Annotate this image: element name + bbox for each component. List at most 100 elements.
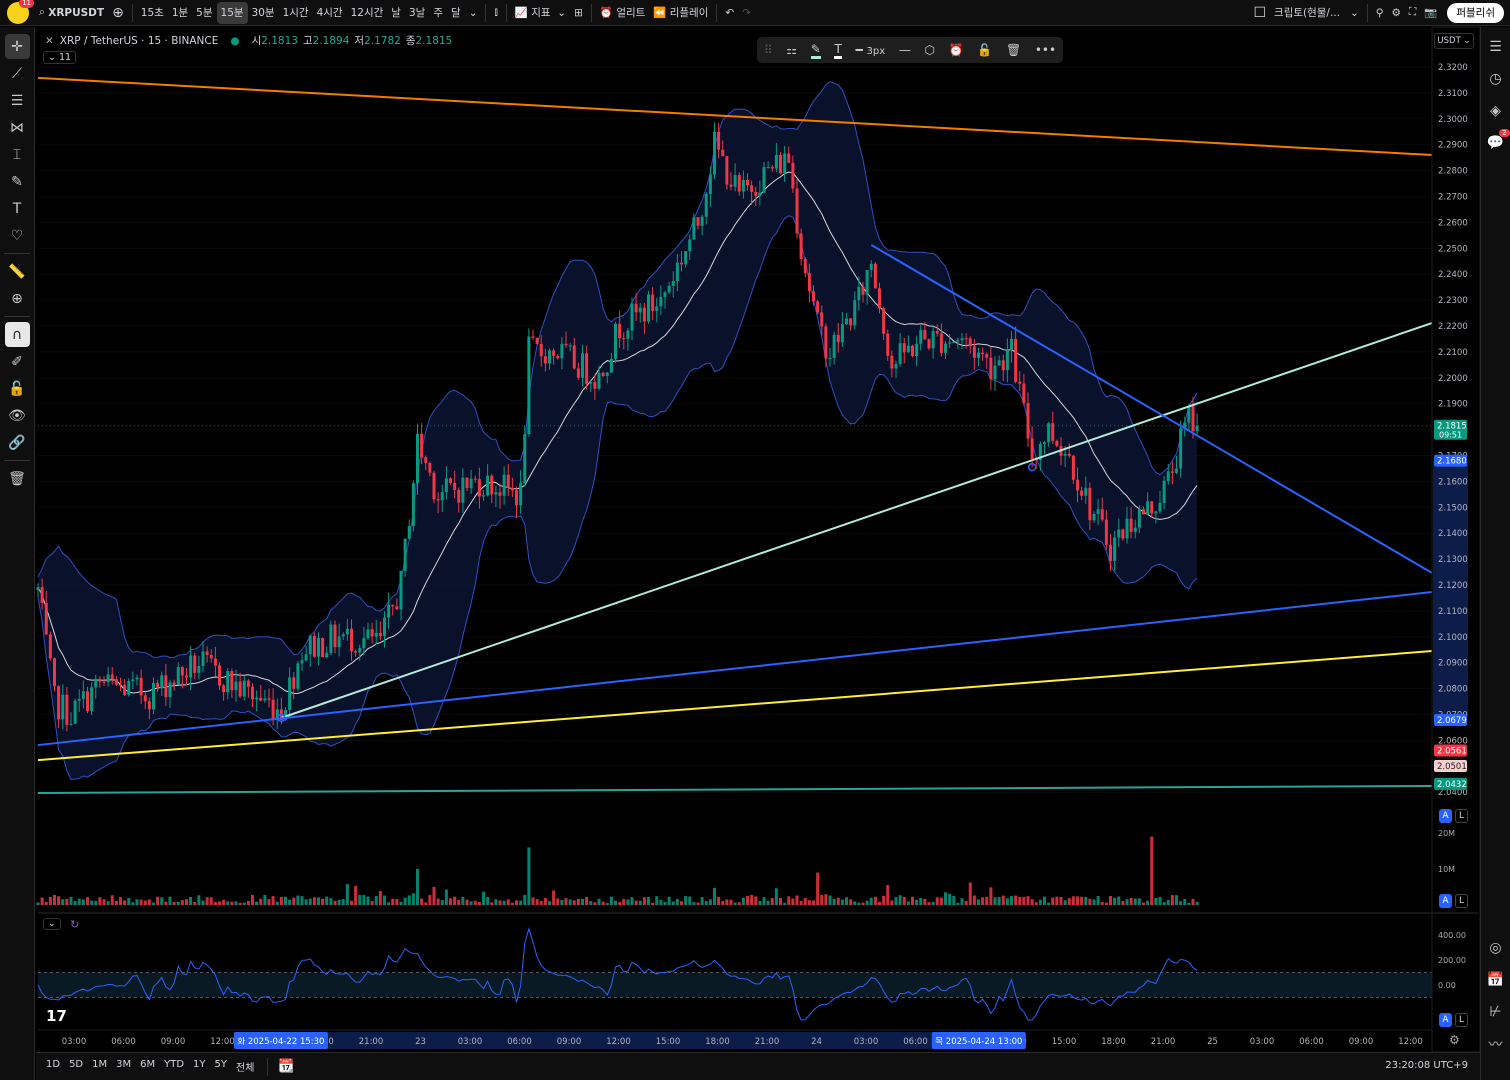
indicator-auto-scale-button[interactable]: A (1439, 1013, 1452, 1027)
redo-button[interactable]: ↷ (738, 2, 755, 24)
time-axis-label: 03:00 (62, 1037, 87, 1047)
watchlist-icon[interactable]: ☰ (1484, 35, 1508, 59)
layout-checkbox[interactable]: ☐ (1249, 2, 1270, 24)
volume-log-scale-button[interactable]: L (1455, 894, 1468, 908)
add-alert-icon[interactable]: ⏰ (949, 43, 964, 57)
symbol-search[interactable]: ⌕ XRPUSDT (35, 2, 108, 24)
interval-0[interactable]: 15초 (137, 2, 168, 24)
crosshair-tool[interactable]: ✛ (4, 34, 30, 59)
log-scale-button[interactable]: L (1455, 809, 1468, 823)
candle (193, 655, 197, 673)
chart-type-button[interactable]: ⫾ (490, 2, 501, 24)
layout-name-dropdown[interactable]: 크립토(현물/... ⌄ (1270, 2, 1363, 24)
clock-alerts-icon[interactable]: ◷ (1484, 67, 1508, 91)
lock-drawings[interactable]: 🔓 (5, 376, 30, 401)
indicators-button[interactable]: 📈 지표 ⌄ (511, 2, 570, 24)
delete-trash-icon[interactable]: 🗑 (1006, 43, 1021, 57)
volume-bar (911, 896, 914, 905)
candle (836, 334, 840, 343)
auto-scale-button[interactable]: A (1439, 809, 1452, 823)
range-1M[interactable]: 1M (92, 1059, 107, 1074)
text-tool[interactable]: T (5, 196, 30, 221)
template-icon[interactable]: ⚏ (786, 43, 797, 57)
interval-dropdown[interactable]: ⌄ (465, 2, 482, 24)
unlock-icon[interactable]: 🔓 (977, 43, 992, 57)
time-axis-settings-icon[interactable]: ⚙ (1449, 1033, 1460, 1047)
line-width-button[interactable]: ━ 3px (855, 43, 885, 57)
candle (168, 682, 172, 698)
fib-tool[interactable]: ☰ (5, 88, 30, 113)
range-3M[interactable]: 3M (116, 1059, 131, 1074)
interval-2[interactable]: 5분 (192, 2, 216, 24)
chat-icon[interactable]: 💬 2 (1484, 129, 1510, 155)
volume-bar (1129, 897, 1133, 905)
publish-button[interactable]: 퍼블리쉬 (1447, 2, 1504, 23)
range-5Y[interactable]: 5Y (215, 1059, 227, 1074)
drag-handle-icon[interactable]: ⠿ (764, 43, 773, 57)
candle (593, 382, 597, 389)
indicator-collapse-button[interactable]: ⌄ (43, 918, 61, 930)
goto-date-calendar-icon[interactable]: 📆 (278, 1059, 294, 1074)
currency-dropdown[interactable]: USDT ⌄ (1434, 33, 1474, 49)
brush-tool[interactable]: ✎ (5, 169, 30, 194)
line-style-button[interactable]: — (899, 43, 911, 57)
favorites-heart-icon[interactable]: ♡ (5, 223, 30, 248)
range-5D[interactable]: 5D (69, 1059, 83, 1074)
price-chart[interactable]: 20M 10M 400.00 200.00 0.00 2.3200 2.3100 2.30… (0, 0, 1510, 1080)
calendar-icon[interactable]: 📅 (1484, 968, 1508, 992)
undo-button[interactable]: ↶ (721, 2, 738, 24)
range-전체[interactable]: 전체 (236, 1059, 254, 1074)
interval-3[interactable]: 15분 (216, 1, 248, 24)
hide-drawings-eye-icon[interactable]: 👁 (5, 403, 30, 428)
templates-button[interactable]: ⊞ (570, 2, 587, 24)
indicator-log-scale-button[interactable]: L (1455, 1013, 1468, 1027)
replay-button[interactable]: ⏪ 리플레이 (649, 2, 712, 24)
volume-bar (812, 900, 815, 905)
magnet-tool[interactable]: ∩ (4, 322, 30, 347)
screenshot-button[interactable]: 📷 (1420, 2, 1441, 24)
candle (1063, 453, 1067, 456)
fullscreen-button[interactable]: ⛶ (1405, 2, 1420, 24)
interval-4[interactable]: 30분 (248, 2, 279, 24)
interval-8[interactable]: 날 (387, 2, 405, 24)
alert-button[interactable]: ⏰ 얼리트 (596, 2, 649, 24)
range-1Y[interactable]: 1Y (193, 1059, 205, 1074)
range-1D[interactable]: 1D (46, 1059, 60, 1074)
stay-in-drawing-mode[interactable]: ✐ (5, 349, 30, 374)
target-icon[interactable]: ◎ (1484, 936, 1508, 960)
interval-9[interactable]: 3날 (405, 2, 429, 24)
interval-11[interactable]: 달 (447, 2, 465, 24)
link-icon[interactable]: 🔗 (5, 430, 30, 455)
more-icon[interactable]: ••• (1035, 43, 1056, 57)
interval-6[interactable]: 4시간 (313, 2, 347, 24)
text-color-icon[interactable]: T (834, 42, 842, 59)
ruler-tool[interactable]: 📏 (5, 259, 30, 284)
volume-bar (494, 899, 498, 905)
volume-auto-scale-button[interactable]: A (1439, 894, 1452, 908)
signal-feed-icon[interactable]: 〰 (1484, 1032, 1508, 1056)
trash-icon[interactable]: 🗑 (5, 466, 30, 491)
clock-timezone[interactable]: 23:20:08 UTC+9 (1385, 1060, 1468, 1071)
user-avatar[interactable]: 11 (7, 0, 34, 24)
projection-tool[interactable]: ⌶ (5, 142, 30, 167)
interval-5[interactable]: 1시간 (279, 2, 313, 24)
settings-button[interactable]: ⚙ (1388, 2, 1405, 24)
candle (539, 344, 543, 357)
layers-icon[interactable]: ◈ (1484, 99, 1508, 123)
quick-search-button[interactable]: ⚲ (1372, 2, 1388, 24)
interval-7[interactable]: 12시간 (347, 2, 388, 24)
settings-hex-icon[interactable]: ⬡ (925, 43, 935, 57)
volume-bar (486, 896, 490, 905)
range-6M[interactable]: 6M (140, 1059, 155, 1074)
zoom-in-tool[interactable]: ⊕ (5, 286, 30, 311)
pattern-tool[interactable]: ⋈ (5, 115, 30, 140)
symbol-title[interactable]: XRP / TetherUS · 15 · BINANCE (60, 35, 219, 47)
indicators-collapse-button[interactable]: ⌄ 11 (43, 51, 77, 64)
compare-symbol-button[interactable]: ⊕ (108, 2, 128, 24)
interval-1[interactable]: 1분 (168, 2, 192, 24)
trendline-tool[interactable]: ⟋ (5, 61, 30, 86)
pine-editor-icon[interactable]: ⊬ (1484, 1000, 1508, 1024)
range-YTD[interactable]: YTD (164, 1059, 184, 1074)
line-color-pencil-icon[interactable]: ✎ (810, 42, 821, 59)
interval-10[interactable]: 주 (429, 2, 447, 24)
